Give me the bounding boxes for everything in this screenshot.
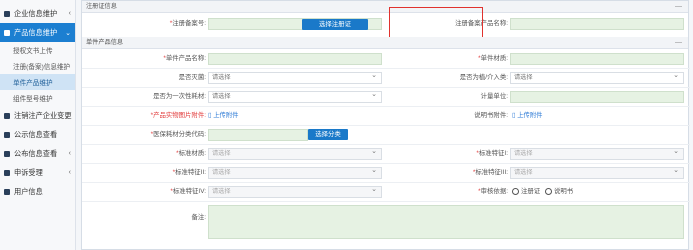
upload-manual-link[interactable]: ▯ 上传附件	[512, 107, 542, 125]
section-header-product[interactable]: 单件产品信息 —	[82, 37, 688, 49]
field-label: *注册备案号:	[169, 20, 206, 27]
sidebar-item-appeal[interactable]: 申诉受理 ‹	[0, 163, 75, 182]
std-feature3-select[interactable]: 请选择	[510, 166, 684, 179]
chevron-left-icon: ‹	[68, 150, 71, 157]
std-material-select[interactable]: 请选择	[208, 147, 382, 160]
select-category-button[interactable]: 选择分类	[308, 129, 348, 140]
field-label: 计量单位:	[480, 93, 508, 100]
sidebar-item-label: 用户信息	[14, 186, 43, 196]
std-feature2-select[interactable]: 请选择	[208, 166, 382, 179]
sidebar-subitem-registration[interactable]: 注册(备案)信息维护	[0, 58, 75, 74]
form-row: *单件产品名称: *单件材质:	[82, 50, 690, 68]
select-cert-button[interactable]: 选择注册证	[302, 19, 368, 30]
sidebar-item-user-info[interactable]: 用户信息	[0, 182, 75, 201]
field-label: *单件材质:	[478, 55, 508, 62]
field-label: 备注:	[191, 214, 206, 221]
form-row: 是否灭菌: 请选择 是否为植/介入类: 请选择	[82, 69, 690, 87]
sidebar-subitem-single-product[interactable]: 单件产品维护	[0, 74, 75, 90]
chevron-left-icon: ‹	[68, 10, 71, 17]
folder-icon	[4, 112, 10, 119]
folder-icon	[4, 169, 10, 176]
field-label: *审核依据:	[478, 188, 508, 195]
chevron-left-icon: ‹	[68, 169, 71, 176]
chevron-down-icon: ⌄	[65, 30, 71, 37]
folder-icon	[4, 131, 10, 138]
radio-cert[interactable]	[512, 187, 519, 195]
sidebar-item-label: 注销注产企业变更	[14, 110, 72, 120]
sidebar-subitem-auth-upload[interactable]: 授权文书上传	[0, 42, 75, 58]
section-title: 单件产品信息	[86, 39, 124, 46]
review-basis-radios: 注册证 说明书	[512, 183, 573, 201]
field-label: *产品实物图片附件:	[150, 112, 206, 119]
form-row: 是否为一次性耗材: 请选择 计量单位:	[82, 88, 690, 106]
field-label: *单件产品名称:	[163, 55, 206, 62]
collapse-icon[interactable]: —	[675, 37, 682, 49]
sidebar-subitem-model[interactable]: 组件型号维护	[0, 90, 75, 106]
form-row: *注册备案号: 选择注册证 注册备案产品名称:	[82, 15, 690, 33]
sidebar-item-label: 企业信息维护	[14, 8, 58, 18]
sidebar-item-enterprise-info[interactable]: 企业信息维护 ‹	[0, 4, 75, 23]
sidebar-item-product-info[interactable]: 产品信息维护 ⌄	[0, 23, 75, 42]
upload-image-link[interactable]: ▯ 上传附件	[208, 107, 238, 125]
section-header-cert[interactable]: 注册证信息 —	[82, 1, 688, 13]
sidebar-item-label: 申诉受理	[14, 167, 43, 177]
form-row: *标准特征IV: 请选择 *审核依据: 注册证 说明书	[82, 183, 690, 201]
field-label: *标准特征III:	[472, 169, 508, 176]
disposable-select[interactable]: 请选择	[208, 90, 382, 103]
implant-select[interactable]: 请选择	[510, 71, 684, 84]
form-row: *医保耗材分类代码: 选择分类	[82, 126, 690, 144]
field-label: *标准特征I:	[476, 150, 508, 157]
product-name-input[interactable]	[208, 53, 382, 65]
field-label: *医保耗材分类代码:	[150, 131, 206, 138]
folder-icon	[4, 10, 10, 17]
user-icon	[4, 188, 10, 195]
sidebar: 企业信息维护 ‹ 产品信息维护 ⌄ 授权文书上传 注册(备案)信息维护 单件产品…	[0, 0, 76, 250]
folder-icon	[4, 29, 10, 36]
field-label: *标准特征IV:	[170, 188, 206, 195]
file-icon: ▯	[512, 112, 516, 119]
reg-product-name-input[interactable]	[510, 18, 684, 30]
remark-textarea[interactable]	[208, 205, 684, 239]
field-label: *标准特征II:	[172, 169, 206, 176]
medical-code-input[interactable]	[208, 129, 308, 141]
std-feature4-select[interactable]: 请选择	[208, 185, 382, 198]
divider	[82, 201, 690, 202]
radio-manual[interactable]	[544, 187, 552, 195]
sidebar-item-published-info[interactable]: 公布信息查看 ‹	[0, 144, 75, 163]
unit-input[interactable]	[510, 91, 684, 103]
sterile-select[interactable]: 请选择	[208, 71, 382, 84]
sidebar-item-label: 产品信息维护	[14, 27, 58, 37]
file-icon: ▯	[208, 112, 212, 119]
sidebar-item-cancel-change[interactable]: 注销注产企业变更	[0, 106, 75, 125]
highlight-box	[389, 7, 483, 39]
field-label: 是否为一次性耗材:	[153, 93, 206, 100]
material-input[interactable]	[510, 53, 684, 65]
form-row: *标准材质: 请选择 *标准特征I: 请选择	[82, 145, 690, 163]
sidebar-item-label: 公布信息查看	[14, 148, 58, 158]
sidebar-item-public-info[interactable]: 公示信息查看	[0, 125, 75, 144]
folder-icon	[4, 150, 10, 157]
form-row: *标准特征II: 请选择 *标准特征III: 请选择	[82, 164, 690, 182]
main-panel: 注册证信息 — *注册备案号: 选择注册证 注册备案产品名称: 单件产品信息 —…	[81, 0, 690, 250]
collapse-icon[interactable]: —	[675, 1, 682, 13]
field-label: 是否为植/介入类:	[459, 74, 508, 81]
sidebar-item-label: 公示信息查看	[14, 129, 58, 139]
form-row: 备注:	[82, 204, 690, 244]
field-label: 是否灭菌:	[178, 74, 206, 81]
field-label: *标准材质:	[176, 150, 206, 157]
std-feature1-select[interactable]: 请选择	[510, 147, 684, 160]
form-row: *产品实物图片附件: ▯ 上传附件 说明书附件: ▯ 上传附件	[82, 107, 690, 125]
field-label: 说明书附件:	[474, 112, 508, 119]
section-title: 注册证信息	[86, 3, 117, 10]
